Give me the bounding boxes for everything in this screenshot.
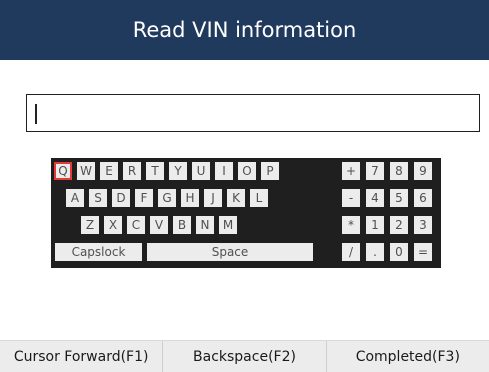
virtual-keyboard: Q W E R T Y U I O P A S D F G H J K L Z X C V B N M Capslock Space +… [51,158,441,268]
key-b[interactable]: B [173,216,191,234]
key-i[interactable]: I [215,162,233,180]
key-s[interactable]: S [89,189,107,207]
numpad-key-5[interactable]: 5 [390,189,408,207]
vin-input-field[interactable] [26,94,480,132]
key-e[interactable]: E [100,162,118,180]
backspace-button[interactable]: Backspace(F2) [162,341,325,372]
key-p[interactable]: P [261,162,279,180]
key-x[interactable]: X [104,216,122,234]
key-r[interactable]: R [123,162,141,180]
key-z[interactable]: Z [81,216,99,234]
title-bar: Read VIN information [0,0,489,60]
numpad-key-7[interactable]: 7 [366,162,384,180]
numpad-key-1[interactable]: 1 [366,216,384,234]
numpad-key-multiply[interactable]: * [342,216,360,234]
numpad-key-6[interactable]: 6 [414,189,432,207]
capslock-key[interactable]: Capslock [55,243,142,261]
numpad-key-4[interactable]: 4 [366,189,384,207]
text-cursor [35,104,37,124]
completed-button[interactable]: Completed(F3) [325,341,489,372]
numpad-key-2[interactable]: 2 [390,216,408,234]
key-t[interactable]: T [146,162,164,180]
numpad-key-dot[interactable]: . [366,243,384,261]
numpad-key-minus[interactable]: - [342,189,360,207]
key-h[interactable]: H [181,189,199,207]
numpad-key-equals[interactable]: = [414,243,432,261]
key-o[interactable]: O [238,162,256,180]
key-a[interactable]: A [66,189,84,207]
space-key[interactable]: Space [147,243,313,261]
numpad-key-0[interactable]: 0 [390,243,408,261]
key-u[interactable]: U [192,162,210,180]
numpad-key-divide[interactable]: / [342,243,360,261]
numpad-key-plus[interactable]: + [342,162,360,180]
numpad-key-9[interactable]: 9 [414,162,432,180]
cursor-forward-button[interactable]: Cursor Forward(F1) [0,341,162,372]
key-m[interactable]: M [219,216,237,234]
key-j[interactable]: J [204,189,222,207]
key-w[interactable]: W [77,162,95,180]
key-q[interactable]: Q [54,162,72,180]
key-g[interactable]: G [158,189,176,207]
key-c[interactable]: C [127,216,145,234]
key-l[interactable]: L [250,189,268,207]
key-n[interactable]: N [196,216,214,234]
key-y[interactable]: Y [169,162,187,180]
key-v[interactable]: V [150,216,168,234]
function-key-bar: Cursor Forward(F1) Backspace(F2) Complet… [0,340,489,372]
page-title: Read VIN information [132,18,357,42]
numpad-key-8[interactable]: 8 [390,162,408,180]
key-d[interactable]: D [112,189,130,207]
key-k[interactable]: K [227,189,245,207]
numpad-key-3[interactable]: 3 [414,216,432,234]
key-f[interactable]: F [135,189,153,207]
